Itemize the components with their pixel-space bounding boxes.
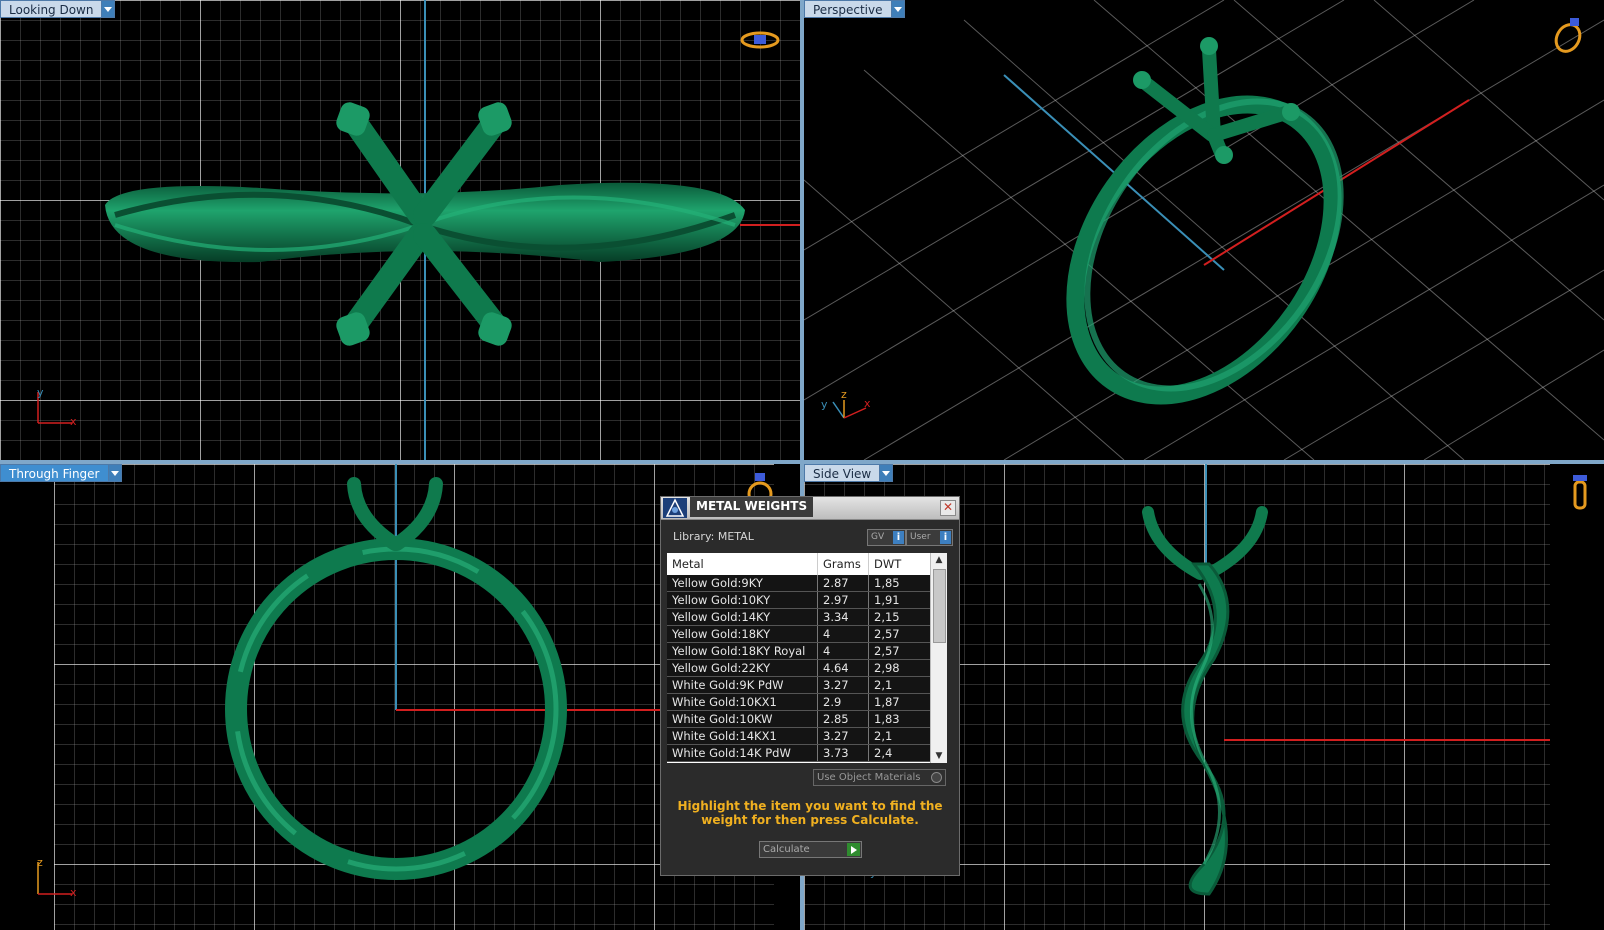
library-label: Library: METAL <box>673 530 754 543</box>
axis-label-x: x <box>70 886 77 899</box>
chevron-down-icon[interactable] <box>890 0 905 18</box>
info-icon[interactable]: i <box>893 531 904 544</box>
ring-orientation-icon[interactable] <box>740 26 780 66</box>
cell-grams: 2.97 <box>817 591 869 609</box>
dialog-title: METAL WEIGHTS <box>690 497 814 517</box>
table-row[interactable]: White Gold:14K PdW 3.73 2,4 <box>667 744 931 762</box>
calculate-button[interactable]: Calculate <box>759 841 862 858</box>
cell-grams: 2.85 <box>817 710 869 728</box>
cell-metal: Yellow Gold:14KY <box>667 608 818 626</box>
column-header-dwt[interactable]: DWT <box>868 553 931 575</box>
viewport-label-perspective[interactable]: Perspective <box>804 0 905 18</box>
chevron-down-icon[interactable] <box>879 464 894 482</box>
cell-grams: 3.34 <box>817 608 869 626</box>
column-header-metal[interactable]: Metal <box>667 553 818 575</box>
cell-grams: 3.73 <box>817 744 869 762</box>
ring-perspective-view <box>804 0 1604 460</box>
table-row[interactable]: White Gold:9K PdW 3.27 2,1 <box>667 676 931 694</box>
axis-label-y: y <box>37 386 44 399</box>
column-header-grams[interactable]: Grams <box>817 553 869 575</box>
metal-table[interactable]: Metal Grams DWT Yellow Gold:9KY 2.87 1,85 Y… <box>667 553 947 763</box>
cell-dwt: 2,57 <box>868 625 931 643</box>
scroll-down-icon[interactable]: ▼ <box>931 749 947 763</box>
cell-dwt: 2,98 <box>868 659 931 677</box>
cell-dwt: 1,87 <box>868 693 931 711</box>
table-row[interactable]: Yellow Gold:18KY 4 2,57 <box>667 625 931 643</box>
cell-metal: Yellow Gold:18KY <box>667 625 818 643</box>
table-header: Metal Grams DWT <box>667 553 931 575</box>
axis-label-y: y <box>821 398 828 411</box>
viewport-label-text: Side View <box>804 464 880 482</box>
cell-metal: Yellow Gold:18KY Royal <box>667 642 818 660</box>
radio-icon[interactable] <box>931 772 942 783</box>
use-object-materials-toggle[interactable]: Use Object Materials <box>813 769 946 786</box>
ring-orientation-icon[interactable] <box>1548 14 1588 54</box>
cell-dwt: 2,1 <box>868 676 931 694</box>
cell-metal: White Gold:14KX1 <box>667 727 818 745</box>
cell-grams: 3.27 <box>817 676 869 694</box>
metal-weights-dialog[interactable]: METAL WEIGHTS ✕ Library: METAL GV i User… <box>660 496 960 876</box>
viewport-looking-down[interactable]: Looking Down y x <box>0 0 800 460</box>
viewport-divider-horizontal[interactable] <box>0 460 1604 464</box>
app-logo-icon <box>663 498 687 518</box>
viewport-label-text: Perspective <box>804 0 891 18</box>
cell-dwt: 1,83 <box>868 710 931 728</box>
table-row[interactable]: Yellow Gold:22KY 4.64 2,98 <box>667 659 931 677</box>
dialog-title-bar[interactable]: METAL WEIGHTS ✕ <box>661 497 959 520</box>
cell-dwt: 2,57 <box>868 642 931 660</box>
gv-label: GV <box>871 532 885 542</box>
table-row[interactable]: Yellow Gold:14KY 3.34 2,15 <box>667 608 931 626</box>
cell-metal: White Gold:10KW <box>667 710 818 728</box>
viewport-label-text: Looking Down <box>0 0 102 18</box>
scroll-up-icon[interactable]: ▲ <box>931 553 947 567</box>
axis-label-z: z <box>841 388 847 401</box>
chevron-down-icon[interactable] <box>107 464 122 482</box>
cell-dwt: 2,15 <box>868 608 931 626</box>
instruction-text: Highlight the item you want to find the … <box>677 799 943 827</box>
play-icon[interactable] <box>847 843 860 856</box>
info-icon[interactable]: i <box>940 531 951 544</box>
table-scrollbar[interactable]: ▲ ▼ <box>930 553 947 763</box>
cell-dwt: 2,4 <box>868 744 931 762</box>
cell-grams: 4 <box>817 625 869 643</box>
viewport-label-looking-down[interactable]: Looking Down <box>0 0 116 18</box>
cell-grams: 2.87 <box>817 575 869 592</box>
viewport-label-side-view[interactable]: Side View <box>804 464 894 482</box>
viewport-perspective[interactable]: Perspective y z x <box>804 0 1604 460</box>
axis-label-x: x <box>864 397 871 410</box>
cell-metal: Yellow Gold:22KY <box>667 659 818 677</box>
calculate-label: Calculate <box>763 844 810 855</box>
cell-metal: White Gold:14K PdW <box>667 744 818 762</box>
table-row[interactable]: Yellow Gold:18KY Royal 4 2,57 <box>667 642 931 660</box>
cell-grams: 3.27 <box>817 727 869 745</box>
chevron-down-icon[interactable] <box>101 0 116 18</box>
table-row[interactable]: Yellow Gold:9KY 2.87 1,85 <box>667 575 931 592</box>
close-icon[interactable]: ✕ <box>940 500 956 516</box>
cell-grams: 2.9 <box>817 693 869 711</box>
cell-dwt: 2,1 <box>868 727 931 745</box>
axis-label-x: x <box>70 415 77 428</box>
table-row[interactable]: Yellow Gold:10KY 2.97 1,91 <box>667 591 931 609</box>
user-button[interactable]: User i <box>906 529 953 546</box>
table-row[interactable]: White Gold:10KX1 2.9 1,87 <box>667 693 931 711</box>
cell-dwt: 1,85 <box>868 575 931 592</box>
table-row[interactable]: White Gold:14KX1 3.27 2,1 <box>667 727 931 745</box>
cell-metal: White Gold:9K PdW <box>667 676 818 694</box>
cell-grams: 4 <box>817 642 869 660</box>
use-object-materials-label: Use Object Materials <box>817 772 921 783</box>
viewport-label-text: Through Finger <box>0 464 108 482</box>
cell-grams: 4.64 <box>817 659 869 677</box>
cell-metal: Yellow Gold:10KY <box>667 591 818 609</box>
table-row[interactable]: White Gold:10KW 2.85 1,83 <box>667 710 931 728</box>
scrollbar-thumb[interactable] <box>933 569 946 643</box>
cell-dwt: 1,91 <box>868 591 931 609</box>
ring-orientation-icon[interactable] <box>1560 474 1600 514</box>
viewport-label-through-finger[interactable]: Through Finger <box>0 464 122 482</box>
axis-label-z: z <box>37 856 43 869</box>
ring-top-view <box>37 0 800 460</box>
user-label: User <box>910 532 931 542</box>
cell-metal: Yellow Gold:9KY <box>667 575 818 592</box>
cell-metal: White Gold:10KX1 <box>667 693 818 711</box>
gv-button[interactable]: GV i <box>867 529 906 546</box>
